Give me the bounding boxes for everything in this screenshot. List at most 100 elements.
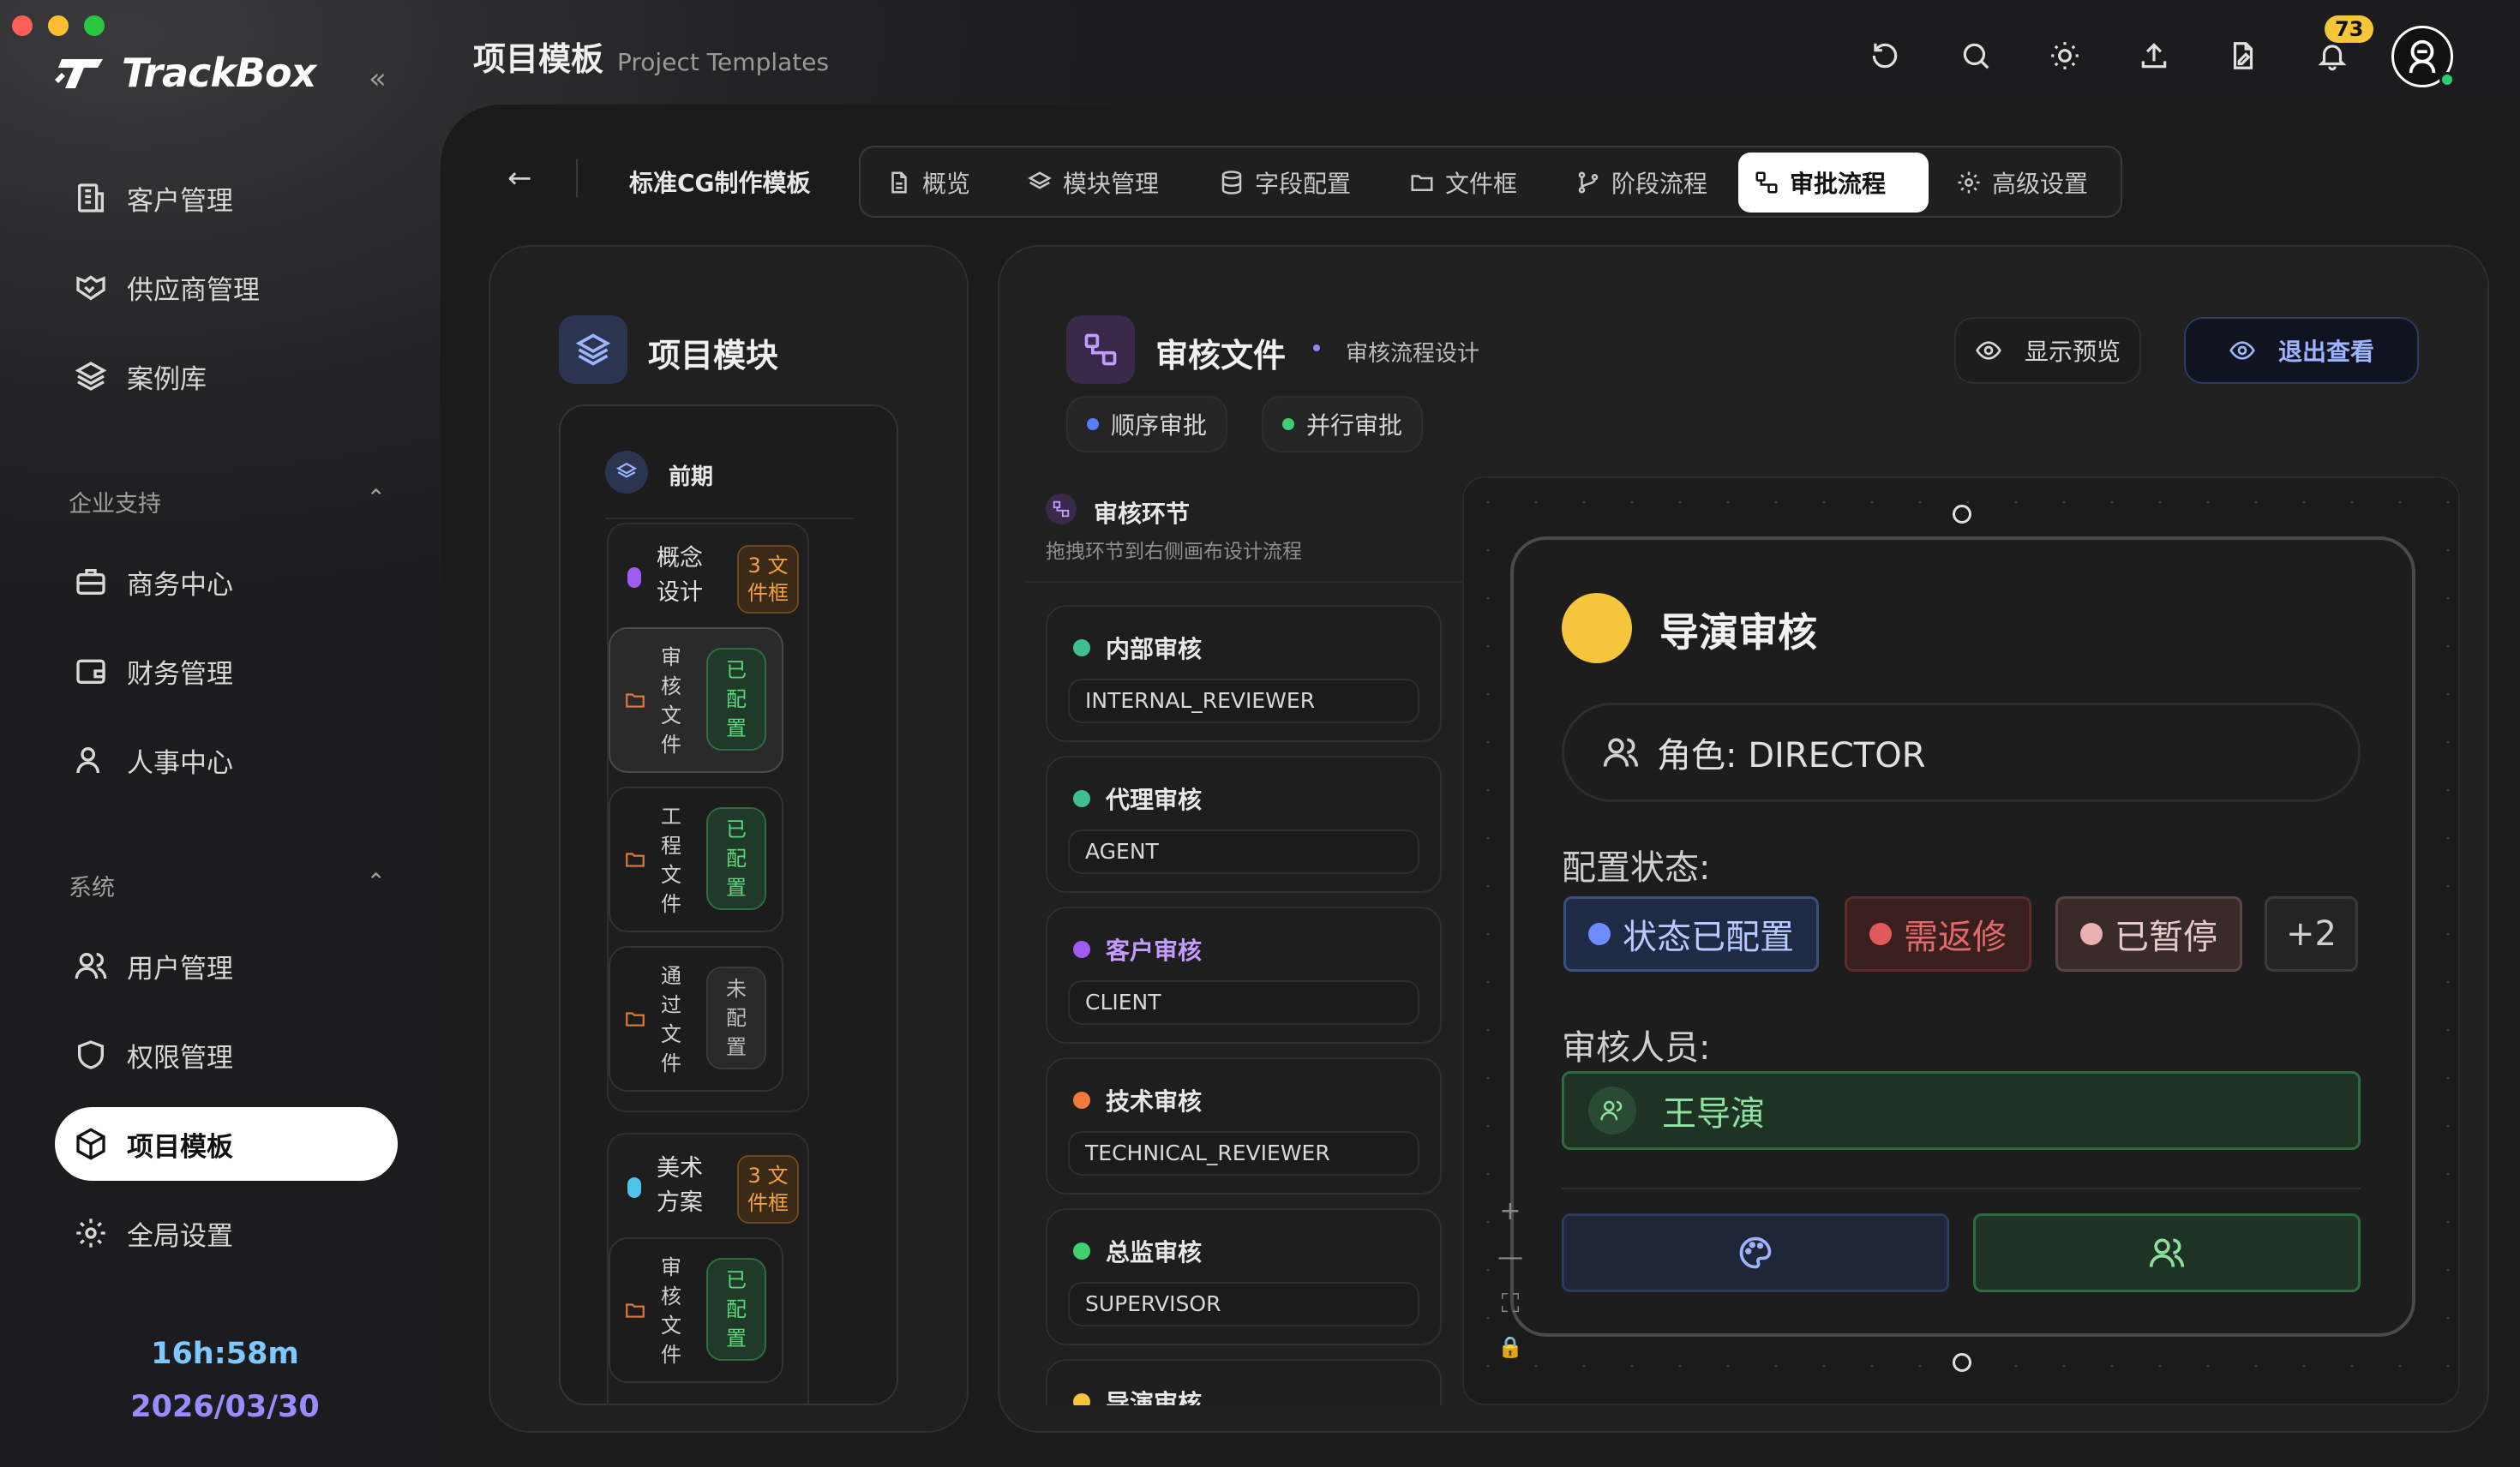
sidebar-item-label: 客户管理 (127, 185, 233, 217)
section-system[interactable]: 系统 ⌃ (69, 869, 386, 902)
sidebar-item-suppliers[interactable]: 供应商管理 (55, 250, 398, 324)
status-configured-chip[interactable]: 状态已配置 (1563, 896, 1819, 972)
page-title-zh: 项目模板 (473, 40, 604, 78)
status-text: 已配置 (726, 1268, 747, 1350)
assign-reviewers-button[interactable] (1973, 1213, 2361, 1292)
reviewer-name: 王导演 (1662, 1094, 1765, 1134)
refresh-icon (1872, 43, 1898, 69)
sidebar-item-global-settings[interactable]: 全局设置 (55, 1196, 398, 1270)
sidebar-item-business[interactable]: 商务中心 (55, 545, 398, 619)
minimize-window-button[interactable] (48, 15, 69, 36)
exit-view-button[interactable]: 退出查看 (2184, 317, 2419, 384)
show-preview-button[interactable]: 显示预览 (1954, 317, 2142, 384)
stage-label: 客户审核 (1106, 937, 1203, 965)
file-box-item[interactable]: 审核文件 已配置 (609, 1237, 783, 1383)
back-arrow-icon[interactable]: ← (507, 161, 532, 195)
app-logo[interactable]: TrackBox (53, 50, 316, 96)
stage-list-overflow: 导演审核 (1046, 1359, 1442, 1405)
tab-advanced-settings[interactable]: 高级设置 (1941, 153, 2103, 213)
section-enterprise[interactable]: 企业支持 ⌃ (69, 485, 386, 518)
sidebar-item-users[interactable]: 用户管理 (55, 929, 398, 1003)
stage-item[interactable]: 导演审核 (1046, 1359, 1442, 1405)
green-dot (1282, 418, 1294, 430)
tab-label: 文件框 (1445, 170, 1518, 198)
node-bottom-handle[interactable] (1953, 1353, 1971, 1372)
tab-stage-flow[interactable]: 阶段流程 (1560, 153, 1723, 213)
stage-item[interactable]: 客户审核 CLIENT (1046, 907, 1442, 1044)
tab-overview[interactable]: 概览 (871, 153, 986, 213)
sidebar-item-customers[interactable]: 客户管理 (55, 161, 398, 235)
status-needs-rework-chip[interactable]: 需返修 (1845, 896, 2031, 972)
search-button[interactable] (1954, 34, 1997, 77)
reviewer-chip[interactable]: 王导演 (1562, 1071, 2361, 1150)
sidebar-item-hr[interactable]: 人事中心 (55, 723, 398, 797)
section-label: 企业支持 (69, 491, 161, 518)
color-palette-button[interactable] (1562, 1213, 1949, 1292)
sequential-approval-option[interactable]: 顺序审批 (1066, 396, 1228, 452)
stage-color-dot (1073, 1393, 1090, 1405)
document-icon (891, 171, 907, 194)
status-text: 已配置 (726, 817, 747, 900)
stage-item[interactable]: 内部审核 INTERNAL_REVIEWER (1046, 605, 1442, 742)
stage-label: 导演审核 (1106, 1389, 1203, 1405)
option-label: 并行审批 (1306, 411, 1403, 440)
upload-button[interactable] (2133, 34, 2175, 77)
folder-icon (626, 1012, 645, 1027)
collapse-sidebar-icon[interactable]: « (369, 62, 387, 96)
lock-button[interactable]: 🔒 (1495, 1335, 1526, 1359)
more-status-chip[interactable]: +2 (2265, 896, 2358, 972)
status-label: 已暂停 (2115, 918, 2217, 957)
folder-icon (626, 1303, 645, 1318)
status-paused-chip[interactable]: 已暂停 (2055, 896, 2242, 972)
notification-badge: 73 (2325, 15, 2374, 43)
modules-title: 项目模块 (648, 337, 779, 374)
divider (576, 159, 578, 197)
sidebar-item-cases[interactable]: 案例库 (55, 339, 398, 413)
sidebar-item-label: 全局设置 (127, 1220, 233, 1252)
sidebar-item-label: 财务管理 (127, 658, 233, 690)
stage-label: 总监审核 (1106, 1238, 1203, 1266)
box-icon (76, 1128, 105, 1160)
tab-file-boxes[interactable]: 文件框 (1394, 153, 1533, 213)
node-top-handle[interactable] (1953, 505, 1971, 524)
file-edit-icon (2233, 42, 2253, 69)
file-box-name: 通过文件 (661, 964, 681, 1075)
section-label: 系统 (69, 875, 115, 901)
sidebar-item-finance[interactable]: 财务管理 (55, 634, 398, 708)
stage-color-dot (1073, 1242, 1090, 1260)
tab-approval-flow[interactable]: 审批流程 (1738, 153, 1929, 213)
file-box-item[interactable]: 通过文件 未配置 (609, 946, 783, 1092)
sidebar-item-label: 用户管理 (127, 953, 233, 985)
tab-modules[interactable]: 模块管理 (1011, 153, 1174, 213)
stage-name: 代理审核 (1073, 781, 1202, 816)
zoom-out-button[interactable]: — (1495, 1242, 1526, 1272)
stage-item[interactable]: 总监审核 SUPERVISOR (1046, 1208, 1442, 1345)
divider (605, 518, 854, 519)
file-box-item[interactable]: 工程文件 已配置 (609, 787, 783, 932)
review-subtitle: 审核流程设计 (1346, 341, 1480, 367)
trackbox-logo-icon (55, 59, 103, 88)
stage-item[interactable]: 技术审核 TECHNICAL_REVIEWER (1046, 1057, 1442, 1195)
stage-code: INTERNAL_REVIEWER (1068, 679, 1419, 723)
zoom-in-button[interactable]: + (1495, 1196, 1526, 1226)
close-window-button[interactable] (12, 15, 33, 36)
group-name: 概念 设计 (657, 542, 703, 610)
review-icon-box (1066, 315, 1135, 384)
file-edit-button[interactable] (2222, 34, 2265, 77)
astronaut-avatar-icon (2409, 39, 2436, 74)
briefcase-icon (76, 569, 105, 595)
online-status-dot (2439, 72, 2455, 87)
parallel-approval-option[interactable]: 并行审批 (1262, 396, 1424, 452)
theme-toggle-button[interactable] (2043, 34, 2086, 77)
file-box-item[interactable]: 审核文件 已配置 (609, 627, 783, 773)
config-status-label: 配置状态: (1562, 848, 1711, 888)
stage-item[interactable]: 代理审核 AGENT (1046, 756, 1442, 893)
sidebar-item-permissions[interactable]: 权限管理 (55, 1018, 398, 1092)
refresh-button[interactable] (1863, 34, 1906, 77)
maximize-window-button[interactable] (84, 15, 105, 36)
tab-fields[interactable]: 字段配置 (1203, 153, 1366, 213)
sidebar-item-project-templates[interactable]: 项目模板 (55, 1107, 398, 1181)
fit-view-button[interactable]: ⛶ (1495, 1289, 1526, 1319)
stage-color-dot (1073, 639, 1090, 656)
stage-code: TECHNICAL_REVIEWER (1068, 1131, 1419, 1176)
